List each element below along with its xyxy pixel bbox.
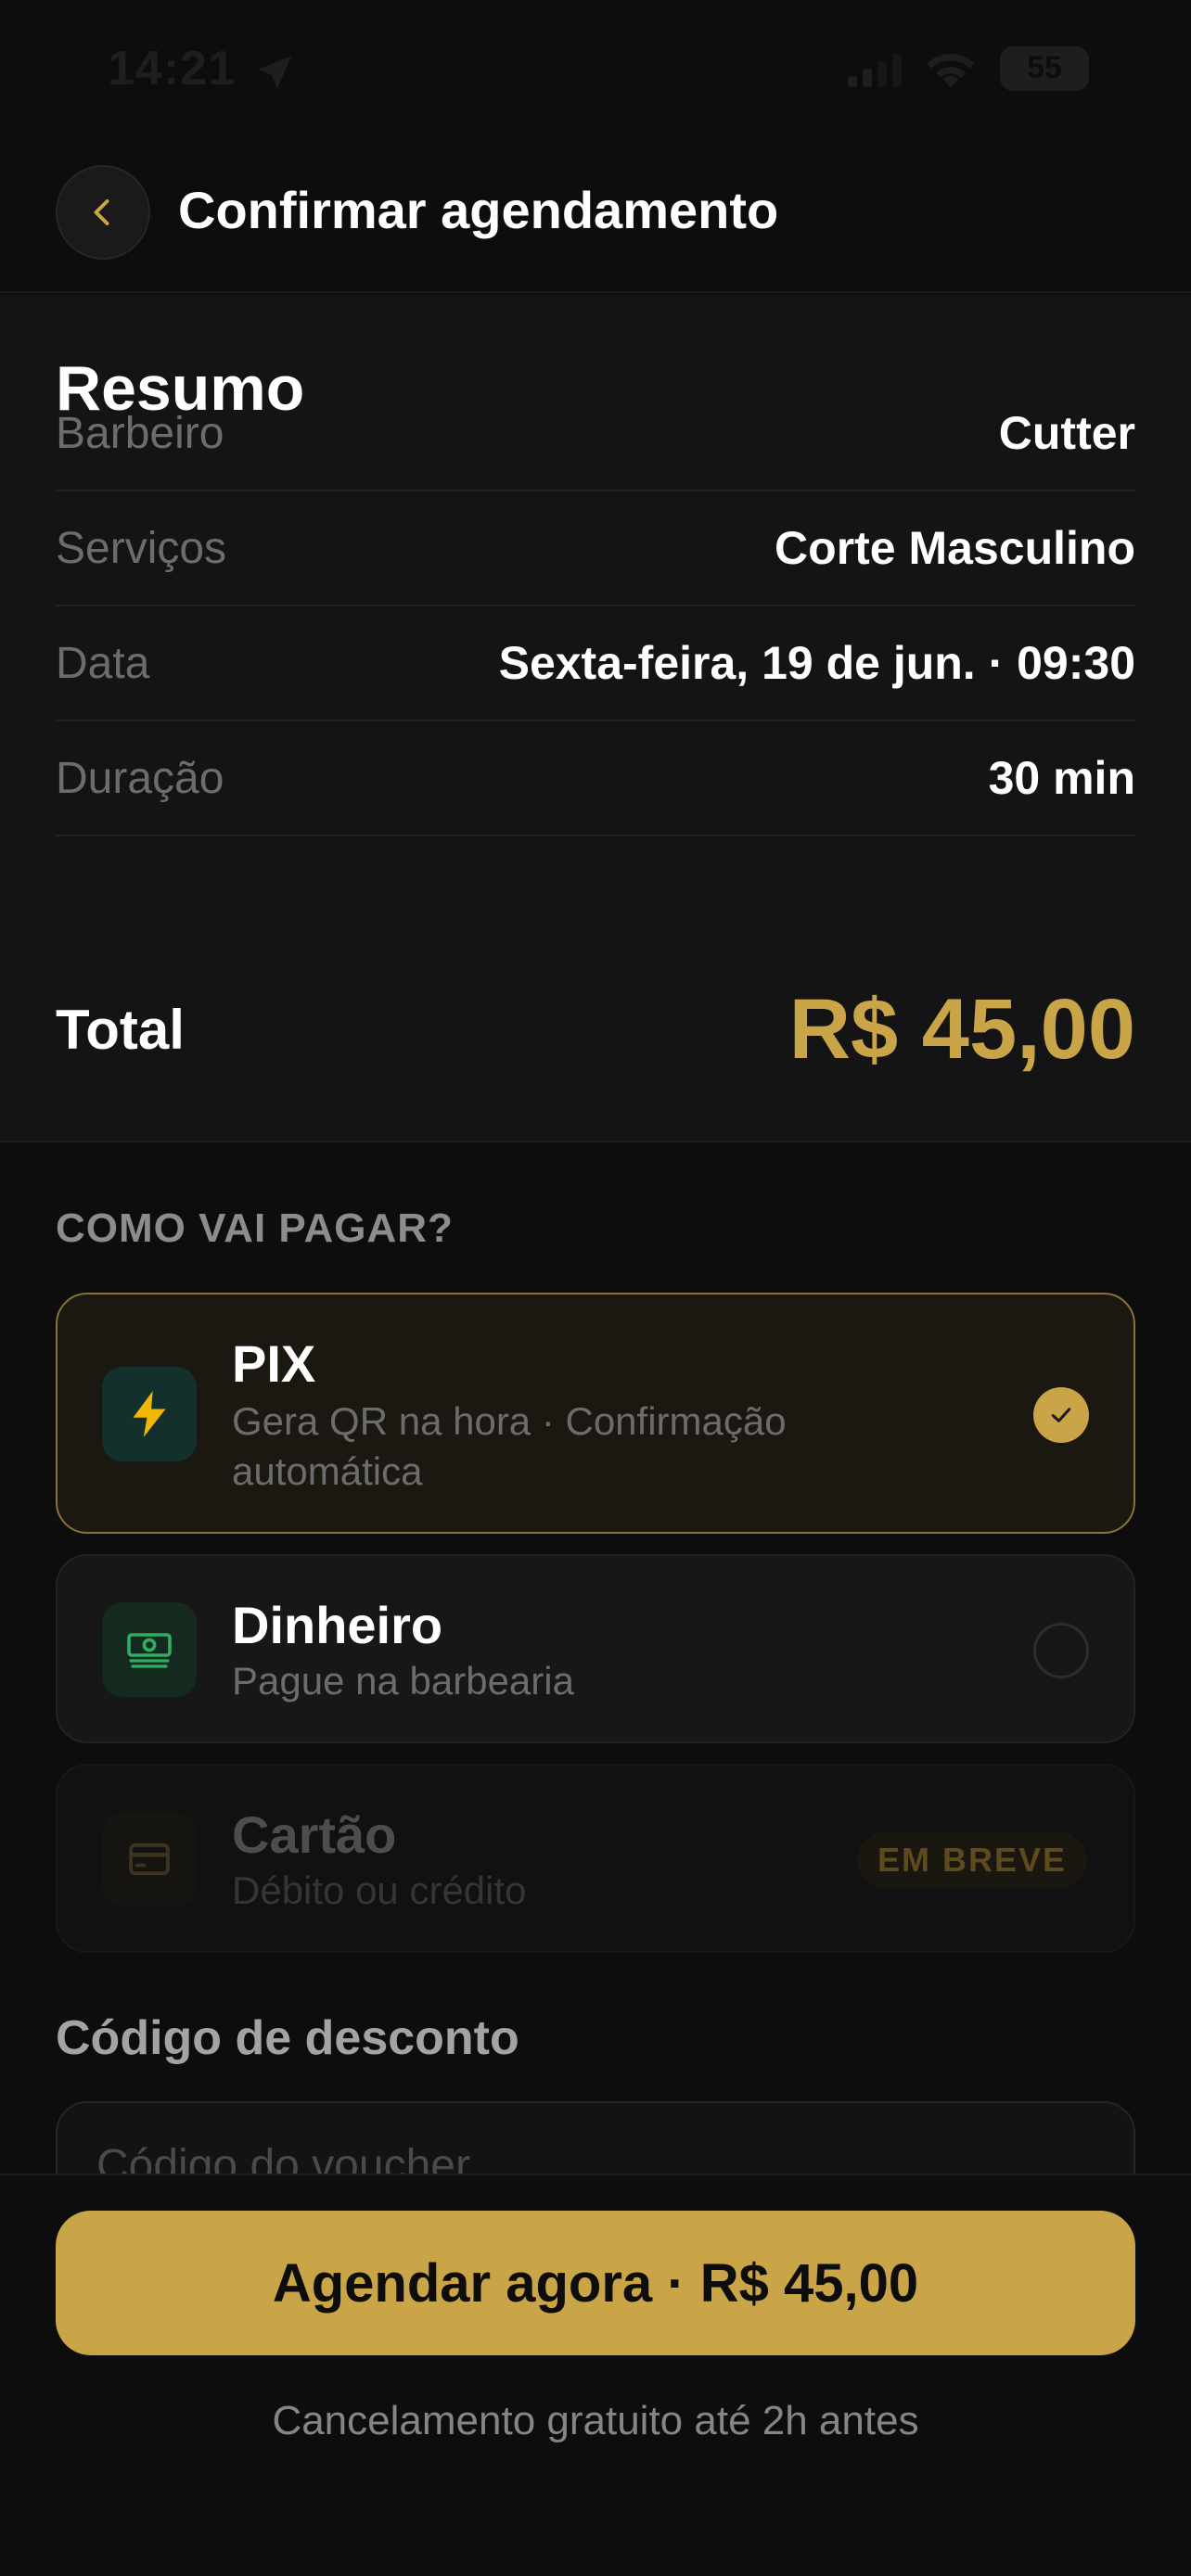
status-time: 14:21 <box>108 42 236 96</box>
status-bar: 14:21 55 <box>0 0 1191 139</box>
cellular-signal-icon <box>848 50 902 87</box>
cash-icon <box>102 1602 197 1697</box>
summary-value: Cutter <box>998 407 1135 459</box>
book-now-button[interactable]: Agendar agora · R$ 45,00 <box>56 2211 1135 2355</box>
summary-value: 30 min <box>988 752 1135 804</box>
summary-label: Duração <box>56 753 224 803</box>
summary-row-services: Serviços Corte Masculino <box>56 491 1135 606</box>
total-value: R$ 45,00 <box>788 982 1135 1077</box>
payment-option-name: PIX <box>232 1334 316 1393</box>
battery-icon: 55 <box>1000 46 1089 91</box>
discount-title: Código de desconto <box>56 2011 519 2065</box>
payment-option-desc: Débito ou crédito <box>232 1868 527 1912</box>
summary-row-barber: Barbeiro Cutter <box>56 376 1135 491</box>
summary-value: Corte Masculino <box>775 522 1135 574</box>
app-header: Confirmar agendamento <box>0 139 1191 293</box>
payment-option-cash[interactable]: Dinheiro Pague na barbearia <box>56 1554 1135 1743</box>
payment-option-desc: Gera QR na hora · Confirmação automática <box>232 1399 787 1493</box>
payment-option-desc: Pague na barbearia <box>232 1659 574 1702</box>
total-label: Total <box>56 999 185 1061</box>
radio-selected[interactable] <box>1033 1387 1089 1443</box>
summary-label: Barbeiro <box>56 408 224 458</box>
coming-soon-badge: EM BREVE <box>856 1832 1087 1888</box>
radio-unselected[interactable] <box>1033 1623 1089 1678</box>
bottom-bar: Agendar agora · R$ 45,00 Cancelamento gr… <box>0 2174 1191 2576</box>
total-row: Total R$ 45,00 <box>56 981 1135 1078</box>
payment-section-title: COMO VAI PAGAR? <box>56 1205 454 1251</box>
page-title: Confirmar agendamento <box>178 181 779 239</box>
chevron-left-icon <box>94 199 109 225</box>
summary-value: Sexta-feira, 19 de jun. · 09:30 <box>498 637 1135 689</box>
payment-option-pix[interactable]: PIX Gera QR na hora · Confirmação automá… <box>56 1293 1135 1534</box>
credit-card-icon <box>102 1812 197 1906</box>
check-icon <box>1051 1408 1071 1422</box>
back-button[interactable] <box>56 165 150 260</box>
summary-row-duration: Duração 30 min <box>56 721 1135 836</box>
location-arrow-icon <box>258 56 291 89</box>
battery-level: 55 <box>1027 50 1062 85</box>
wifi-icon <box>927 54 975 88</box>
payment-option-card: Cartão Débito ou crédito EM BREVE <box>56 1764 1135 1953</box>
payment-option-name: Dinheiro <box>232 1596 443 1654</box>
summary-row-date: Data Sexta-feira, 19 de jun. · 09:30 <box>56 606 1135 721</box>
cancellation-note: Cancelamento gratuito até 2h antes <box>272 2398 919 2443</box>
summary-section: Resumo Barbeiro Cutter Serviços Corte Ma… <box>0 295 1191 1142</box>
summary-label: Data <box>56 638 150 688</box>
payment-option-name: Cartão <box>232 1805 397 1864</box>
lightning-icon <box>102 1367 197 1461</box>
summary-label: Serviços <box>56 523 227 573</box>
